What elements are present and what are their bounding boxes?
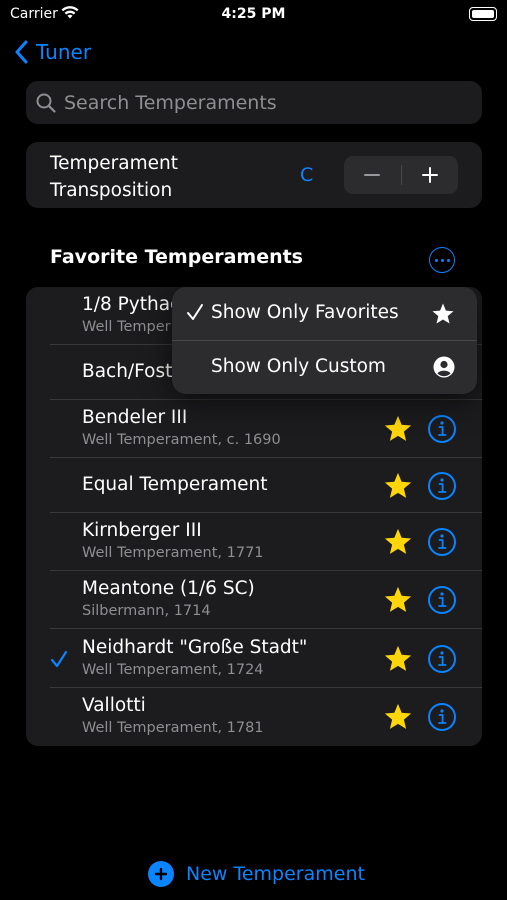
more-options-button[interactable] [429,247,455,273]
favorite-star-icon[interactable] [383,471,413,505]
favorite-star-icon[interactable] [383,644,413,678]
checkmark-icon [187,304,203,320]
search-icon [36,93,56,113]
temperament-title: Neidhardt "Große Stadt" [82,636,308,658]
info-icon[interactable] [428,528,456,556]
plus-circle-icon [148,861,174,887]
info-icon[interactable] [428,644,456,673]
new-temperament-label: New Temperament [186,863,365,885]
temperament-title: Equal Temperament [82,473,268,495]
temperament-title: Bach/Fost [82,360,173,382]
back-button[interactable]: Tuner [14,38,91,66]
transposition-label-line1: Temperament [50,153,179,174]
battery-icon [469,7,497,21]
favorite-star-icon[interactable] [383,702,413,736]
transposition-stepper[interactable] [344,156,458,194]
menu-label: Show Only Favorites [211,302,399,323]
transposition-value: C [300,164,314,186]
minus-icon [364,174,381,176]
plus-icon [421,167,438,183]
list-item[interactable]: Meantone (1/6 SC) Silbermann, 1714 [26,571,482,629]
favorite-star-icon[interactable] [383,414,413,448]
filter-menu: Show Only Favorites Show Only Custom [172,287,477,394]
temperament-title: 1/8 Pythag [82,294,182,315]
star-icon [432,303,454,324]
temperament-title: Bendeler III [82,407,188,428]
selected-checkmark-icon [50,649,68,673]
favorite-star-icon[interactable] [383,585,413,619]
person-circle-icon [433,356,455,378]
decrement-button[interactable] [344,156,401,194]
info-icon[interactable] [428,471,456,500]
transposition-card: Temperament Transposition C [26,142,482,208]
chevron-left-icon [15,40,28,64]
temperament-subtitle: Well Temperament, 1771 [82,545,264,561]
list-item[interactable]: Vallotti Well Temperament, 1781 [26,688,482,746]
list-item[interactable]: Bendeler III Well Temperament, c. 1690 [26,400,482,458]
menu-item-show-only-custom[interactable]: Show Only Custom [172,341,477,394]
ellipsis-icon [434,258,438,262]
temperament-subtitle: Well Temperament, c. 1690 [82,432,281,448]
list-item[interactable]: Kirnberger III Well Temperament, 1771 [26,513,482,571]
temperament-subtitle: Well Temperament, 1781 [82,720,264,736]
temperament-subtitle: Silbermann, 1714 [82,603,211,619]
list-item[interactable]: Equal Temperament [26,458,482,513]
search-bar[interactable] [26,81,482,124]
list-item[interactable]: Neidhardt "Große Stadt" Well Temperament,… [26,629,482,688]
transposition-label: Temperament Transposition [50,150,178,204]
menu-item-show-only-favorites[interactable]: Show Only Favorites [172,287,477,340]
new-temperament-button[interactable]: New Temperament [148,858,365,890]
temperament-subtitle: Well Temper [82,319,171,335]
search-input[interactable] [64,91,464,114]
status-bar: Carrier 4:25 PM [0,0,507,30]
info-icon[interactable] [428,415,456,443]
clock: 4:25 PM [221,6,286,22]
temperament-title: Vallotti [82,695,146,716]
section-title: Favorite Temperaments [50,246,303,268]
temperament-title: Kirnberger III [82,520,202,541]
favorite-star-icon[interactable] [383,527,413,561]
increment-button[interactable] [402,156,459,194]
menu-label: Show Only Custom [211,356,386,377]
info-icon[interactable] [428,586,456,614]
temperament-title: Meantone (1/6 SC) [82,578,255,599]
temperament-subtitle: Well Temperament, 1724 [82,661,264,678]
transposition-label-line2: Transposition [50,180,173,201]
back-label: Tuner [36,40,92,64]
info-icon[interactable] [428,703,456,731]
